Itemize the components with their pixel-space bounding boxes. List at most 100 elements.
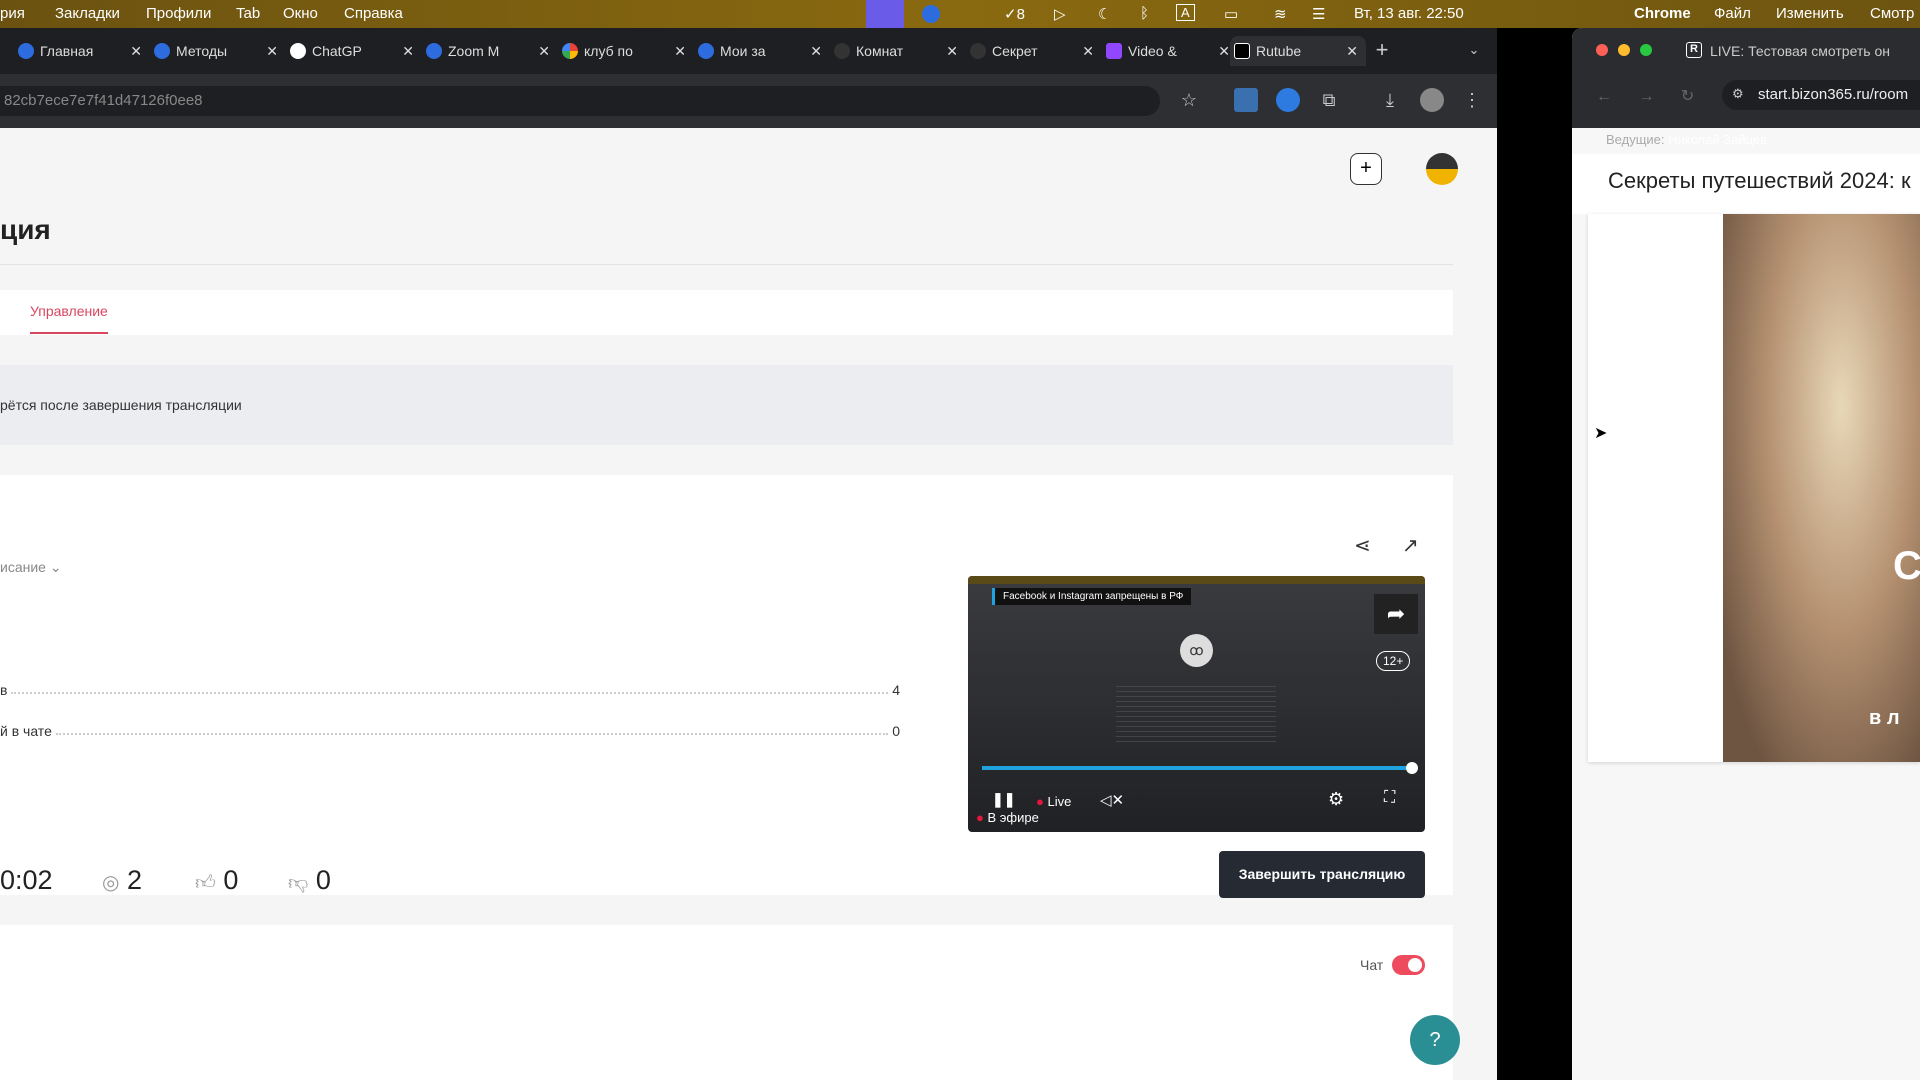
tabs-card: Управление — [0, 290, 1453, 335]
settings-icon[interactable]: ⚙ — [1328, 789, 1344, 810]
tab-label: Комнат — [856, 43, 904, 59]
checks-count: 8 — [1016, 6, 1025, 23]
dotted-leader — [11, 682, 889, 694]
tab-label: клуб по — [584, 43, 633, 59]
menu-bookmarks[interactable]: Закладки — [55, 5, 120, 22]
tab-management[interactable]: Управление — [30, 303, 108, 334]
star-icon[interactable]: ☆ — [1177, 88, 1201, 112]
menu-history[interactable]: рия — [0, 5, 25, 22]
tab[interactable]: Мои за ✕ — [694, 36, 830, 66]
tab-search-button[interactable]: ⌄ — [1462, 38, 1486, 62]
menu-window[interactable]: Окно — [283, 5, 318, 22]
nav-buttons[interactable]: ← → ↻ — [1596, 86, 1694, 106]
help-chat-icon[interactable]: ? — [1410, 1015, 1460, 1065]
address-bar-right[interactable]: ⚙ start.bizon365.ru/room — [1722, 80, 1920, 110]
minimize-window-button[interactable] — [1618, 44, 1630, 56]
bluetooth-icon[interactable]: ᛒ — [1140, 5, 1149, 22]
divider — [0, 264, 1453, 265]
menu-edit[interactable]: Изменить — [1776, 5, 1844, 22]
close-icon[interactable]: ✕ — [538, 36, 550, 66]
info-banner: рётся после завершения трансляции — [0, 365, 1453, 445]
close-icon[interactable]: ✕ — [810, 36, 822, 66]
menu-tab[interactable]: Tab — [236, 5, 260, 22]
rutube-icon: R — [1686, 42, 1702, 58]
add-icon[interactable]: + — [1350, 153, 1382, 185]
tab-active[interactable]: Rutube ✕ — [1230, 36, 1366, 66]
close-icon[interactable]: ✕ — [402, 36, 414, 66]
tab[interactable]: Комнат ✕ — [830, 36, 966, 66]
broadcast-card: ⋖ ↗ исание ⌄ в4 й в чате 0 0:02 ◎ 2 👍︎ 0 … — [0, 475, 1453, 898]
checks-icon[interactable]: ✓8 — [1004, 5, 1025, 23]
close-icon[interactable]: ✕ — [130, 36, 142, 66]
zoom-icon — [426, 43, 442, 59]
share-arrow-icon[interactable]: ➦ — [1374, 594, 1418, 634]
profile-avatar[interactable] — [1420, 88, 1444, 112]
play-icon[interactable]: ▷ — [1054, 5, 1066, 23]
screen-share-icon[interactable] — [866, 0, 904, 28]
tab[interactable]: Главная ✕ — [14, 36, 150, 66]
extension-icon[interactable] — [1234, 88, 1258, 112]
pause-icon[interactable]: ❚❚ — [992, 791, 1015, 808]
menu-file[interactable]: Файл — [1714, 5, 1751, 22]
overlay-text: С — [1893, 544, 1920, 588]
description-toggle[interactable]: исание ⌄ — [0, 559, 62, 576]
mute-icon[interactable]: ◁✕ — [1100, 791, 1124, 809]
download-icon[interactable]: ⤓ — [1378, 88, 1402, 112]
menu-view[interactable]: Смотр — [1870, 5, 1914, 22]
page-title: ция — [0, 214, 51, 245]
rutube-icon — [1234, 43, 1250, 59]
moon-icon[interactable]: ☾ — [1098, 5, 1111, 23]
zoom-icon[interactable] — [922, 5, 940, 23]
menu-profiles[interactable]: Профили — [146, 5, 211, 22]
tab-label: Методы — [176, 43, 228, 59]
datetime[interactable]: Вт, 13 авг. 22:50 — [1354, 5, 1464, 22]
close-icon[interactable]: ✕ — [1346, 36, 1358, 66]
maximize-window-button[interactable] — [1640, 44, 1652, 56]
tab[interactable]: Секрет ✕ — [966, 36, 1102, 66]
more-menu-icon[interactable]: ⋮ — [1460, 88, 1484, 112]
close-icon[interactable]: ✕ — [674, 36, 686, 66]
player-banner: Facebook и Instagram запрещены в РФ — [992, 588, 1192, 605]
share-icon[interactable]: ⋖ — [1354, 533, 1371, 558]
wifi-icon[interactable]: ≋ — [1274, 5, 1287, 23]
beach-video[interactable]: С в л — [1723, 214, 1920, 762]
puzzle-icon[interactable]: ⧉ — [1317, 88, 1341, 112]
tab[interactable]: клуб по ✕ — [558, 36, 694, 66]
extension-icon[interactable] — [1276, 88, 1300, 112]
dotted-leader — [55, 723, 889, 735]
tab-label: Главная — [40, 43, 94, 59]
close-icon[interactable]: ✕ — [266, 36, 278, 66]
chat-label: Чат — [1360, 957, 1384, 973]
external-link-icon[interactable]: ↗ — [1402, 533, 1419, 558]
chat-toggle[interactable] — [1392, 955, 1425, 975]
menu-help[interactable]: Справка — [344, 5, 403, 22]
tab-label: Секрет — [992, 43, 1038, 59]
site-settings-icon[interactable]: ⚙ — [1732, 86, 1744, 102]
tab[interactable]: Video & ✕ — [1102, 36, 1238, 66]
input-source-icon[interactable]: A — [1176, 4, 1195, 21]
end-broadcast-button[interactable]: Завершить трансляцию — [1219, 851, 1425, 898]
control-center-icon[interactable]: ☰ — [1312, 5, 1325, 23]
video-player[interactable]: Facebook и Instagram запрещены в РФ ➦ 12… — [968, 576, 1425, 832]
close-icon[interactable]: ✕ — [1082, 36, 1094, 66]
fullscreen-icon[interactable]: ⛶ — [1384, 789, 1395, 807]
battery-icon[interactable]: ▭ — [1224, 5, 1238, 23]
tab[interactable]: Zoom M ✕ — [422, 36, 558, 66]
video-frame-menubar — [968, 576, 1425, 584]
menu-chrome[interactable]: Chrome — [1634, 5, 1691, 22]
progress-handle[interactable] — [1406, 762, 1418, 774]
address-bar[interactable]: 82cb7ece7e7f41d47126f0ee8 — [0, 86, 1160, 116]
host-label: Ведущие: — [1606, 132, 1665, 147]
tab[interactable]: Методы ✕ — [150, 36, 286, 66]
tab[interactable]: ChatGP ✕ — [286, 36, 422, 66]
close-window-button[interactable] — [1596, 44, 1608, 56]
browser-window-left: Главная ✕ Методы ✕ ChatGP ✕ Zoom M ✕ клуб по… — [0, 28, 1497, 1080]
duration: 0:02 — [0, 865, 53, 895]
toolbar: 82cb7ece7e7f41d47126f0ee8 ☆ ⧉ ⤓ ⋮ — [0, 74, 1497, 128]
new-tab-button[interactable]: + — [1370, 38, 1394, 62]
user-avatar[interactable] — [1426, 153, 1458, 185]
progress-bar[interactable] — [982, 766, 1412, 770]
close-icon[interactable]: ✕ — [946, 36, 958, 66]
close-icon[interactable]: ✕ — [1218, 36, 1230, 66]
tab-title[interactable]: LIVE: Тестовая смотреть он — [1710, 43, 1890, 59]
